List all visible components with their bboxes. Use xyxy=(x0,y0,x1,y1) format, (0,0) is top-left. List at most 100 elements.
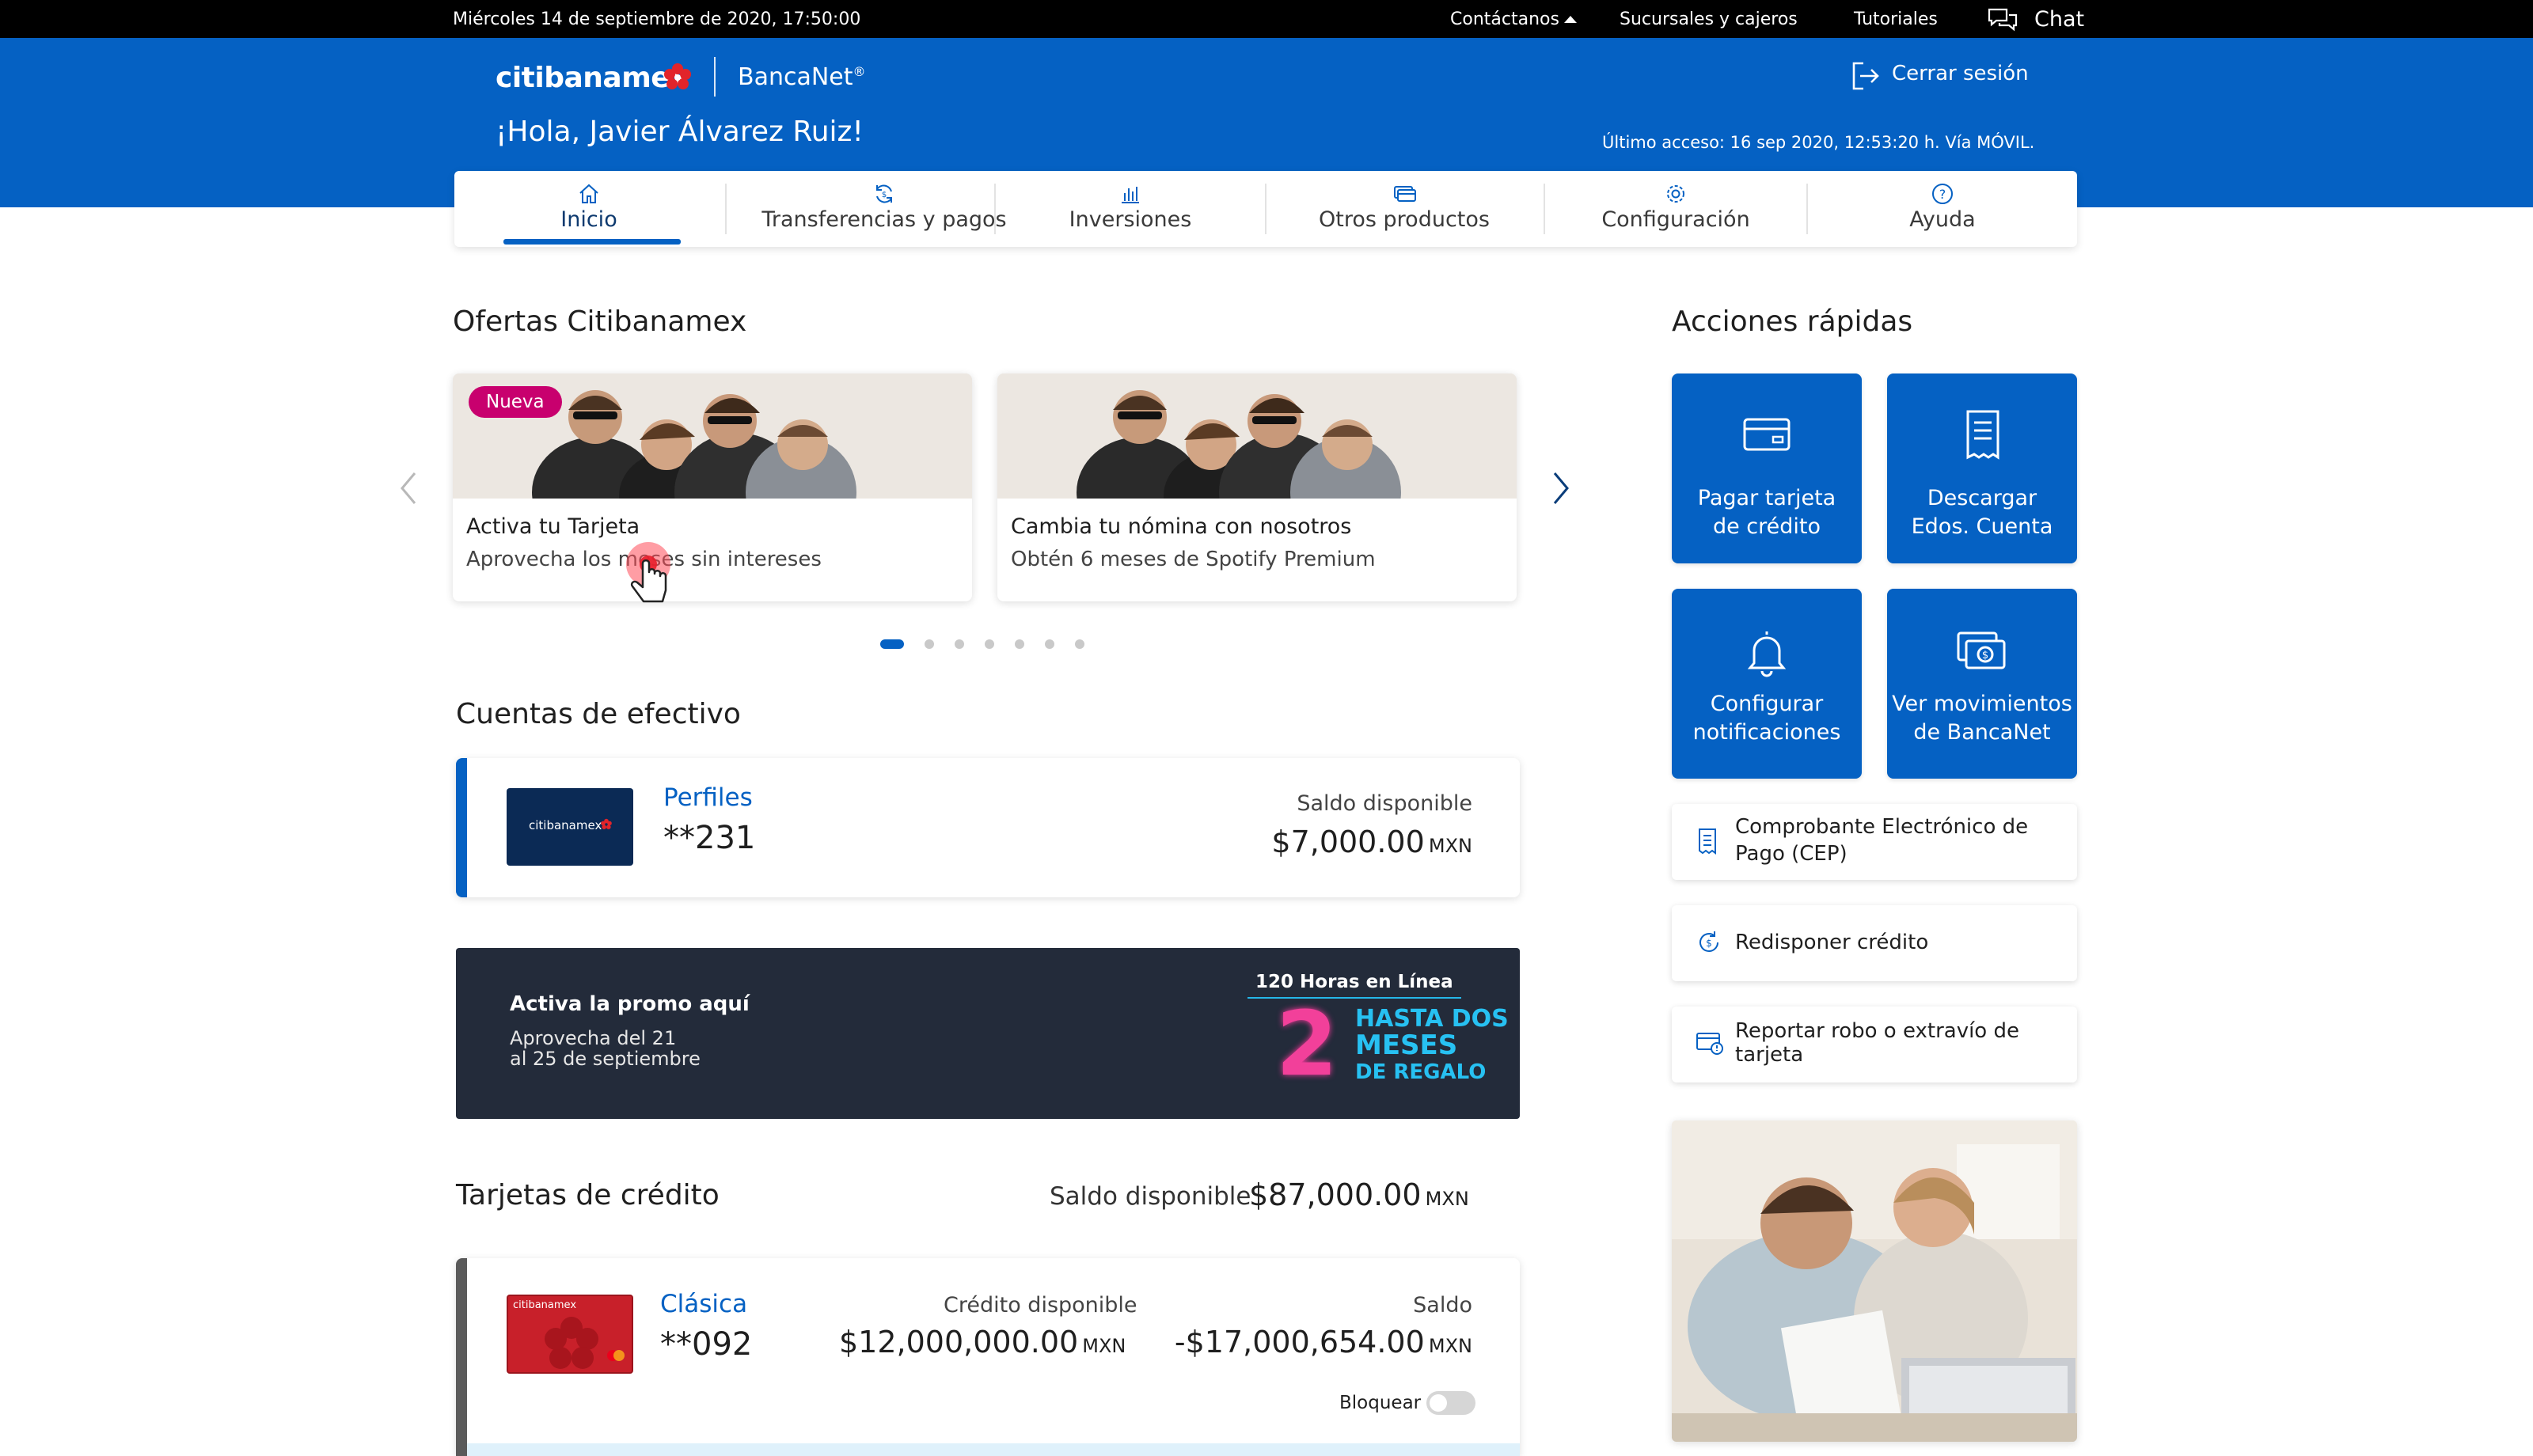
current-datetime: Miércoles 14 de septiembre de 2020, 17:5… xyxy=(453,9,861,29)
tab-inicio[interactable]: Inicio xyxy=(486,171,692,247)
lock-card-toggle[interactable] xyxy=(1426,1391,1475,1415)
quick-link-line-2: tarjeta xyxy=(1735,1043,1804,1067)
tile-label-line-2: notificaciones xyxy=(1692,720,1841,745)
chat-link[interactable]: Chat xyxy=(2034,7,2084,32)
carousel-dot[interactable] xyxy=(1015,639,1024,649)
promo-badge-line-1: HASTA DOS xyxy=(1355,1005,1509,1033)
tile-label-line-1: Descargar xyxy=(1927,486,2037,510)
tab-label: Transferencias y pagos xyxy=(761,207,1007,232)
credit-card-row[interactable]: citibanamex Clásica **092 Crédito dispon… xyxy=(456,1258,1520,1456)
carousel-dot[interactable] xyxy=(955,639,964,649)
quick-link-line-1: Comprobante Electrónico de xyxy=(1735,815,2029,839)
flower-logo-icon xyxy=(662,62,693,97)
promo-line-1: Aprovecha del 21 xyxy=(510,1027,677,1049)
main-nav: Inicio $ Transferencias y pagos Inversio… xyxy=(454,171,2077,247)
carousel-next-icon[interactable] xyxy=(1548,470,1572,510)
offer-card-nomina[interactable]: Cambia tu nómina con nosotros Obtén 6 me… xyxy=(997,373,1517,601)
quick-actions-heading: Acciones rápidas xyxy=(1672,305,1913,338)
account-number: **231 xyxy=(663,820,756,856)
credit-available-value: $87,000.00 MXN xyxy=(1249,1177,1469,1212)
tile-label-line-1: Ver movimientos xyxy=(1892,692,2072,716)
logout-button[interactable]: Cerrar sesión xyxy=(1892,62,2029,85)
quick-link-line-1: Reportar robo o extravío de xyxy=(1735,1019,2019,1043)
logout-icon[interactable] xyxy=(1849,60,1881,95)
mastercard-icon xyxy=(605,1348,627,1366)
bancanet-label: BancaNet® xyxy=(738,63,866,91)
carousel-dot[interactable] xyxy=(1045,639,1054,649)
couple-photo xyxy=(1672,1120,2077,1442)
products-icon xyxy=(1394,186,1416,202)
lock-label: Bloquear xyxy=(1339,1393,1422,1413)
bar-chart-icon xyxy=(1122,187,1139,203)
active-tab-indicator xyxy=(503,239,681,245)
carousel-dot[interactable] xyxy=(925,639,934,649)
carousel-prev-icon[interactable] xyxy=(397,470,421,510)
offer-subtitle: Obtén 6 meses de Spotify Premium xyxy=(1011,548,1376,571)
credit-cards-heading: Tarjetas de crédito xyxy=(456,1179,720,1211)
tab-configuracion[interactable]: Configuración xyxy=(1545,171,1806,247)
home-icon xyxy=(579,184,598,203)
balance-label: Saldo disponible xyxy=(1297,791,1472,816)
tile-label-line-1: Pagar tarjeta xyxy=(1697,486,1836,510)
tab-otros-productos[interactable]: Otros productos xyxy=(1266,171,1542,247)
tab-label: Inicio xyxy=(560,207,617,232)
tile-label-line-2: Edos. Cuenta xyxy=(1911,514,2053,539)
top-utility-bar: Miércoles 14 de septiembre de 2020, 17:5… xyxy=(0,0,2533,38)
tab-label: Otros productos xyxy=(1319,207,1490,232)
credit-card-name[interactable]: Clásica xyxy=(660,1290,747,1318)
branches-link[interactable]: Sucursales y cajeros xyxy=(1620,9,1798,29)
promo-line-2: al 25 de septiembre xyxy=(510,1048,701,1070)
redispose-credit-link[interactable]: $ Redisponer crédito xyxy=(1672,905,2077,981)
cash-account-card[interactable]: citibanamex Perfiles **231 Saldo disponi… xyxy=(456,758,1520,897)
tab-ayuda[interactable]: ? Ayuda xyxy=(1808,171,2077,247)
card-balance-label: Saldo xyxy=(1413,1293,1472,1318)
credit-available-label: Saldo disponible xyxy=(1050,1182,1251,1211)
offers-heading: Ofertas Citibanamex xyxy=(453,305,747,338)
promo-banner[interactable]: Activa la promo aquí Aprovecha del 21 al… xyxy=(456,948,1520,1119)
bell-icon xyxy=(1747,631,1787,677)
download-statements-button[interactable]: Descargar Edos. Cuenta xyxy=(1887,373,2077,563)
account-name[interactable]: Perfiles xyxy=(663,783,753,812)
logo-divider xyxy=(714,57,716,97)
gear-icon xyxy=(1667,185,1684,203)
credit-limit-label: Crédito disponible xyxy=(944,1293,1137,1318)
balance-value: $7,000.00 MXN xyxy=(1271,825,1472,859)
cep-link[interactable]: Comprobante Electrónico de Pago (CEP) xyxy=(1672,804,2077,880)
tile-label-line-1: Configurar xyxy=(1710,692,1824,716)
quick-link-line-2: Pago (CEP) xyxy=(1735,842,1848,866)
pay-credit-card-button[interactable]: Pagar tarjeta de crédito xyxy=(1672,373,1862,563)
caret-up-icon[interactable] xyxy=(1564,16,1577,23)
money-icon: $ xyxy=(1957,631,2006,669)
tab-label: Inversiones xyxy=(1069,207,1192,232)
promo-title: Activa la promo aquí xyxy=(510,992,750,1016)
carousel-dot-active[interactable] xyxy=(880,639,904,649)
refresh-credit-icon: $ xyxy=(1699,931,1718,952)
contact-link[interactable]: Contáctanos xyxy=(1450,9,1559,29)
tab-label: Configuración xyxy=(1601,207,1750,232)
tab-label: Ayuda xyxy=(1909,207,1976,232)
svg-text:$: $ xyxy=(882,191,887,199)
account-card-thumbnail: citibanamex xyxy=(507,788,633,866)
chat-icon[interactable] xyxy=(1987,6,2018,38)
cursor-pointer-icon xyxy=(621,537,676,619)
new-badge: Nueva xyxy=(469,386,562,418)
view-movements-button[interactable]: $ Ver movimientos de BancaNet xyxy=(1887,589,2077,779)
tile-label-line-2: de BancaNet xyxy=(1913,720,2051,745)
svg-text:?: ? xyxy=(1939,187,1946,202)
report-card-link[interactable]: Reportar robo o extravío de tarjeta xyxy=(1672,1007,2077,1083)
offer-photo xyxy=(997,373,1517,499)
svg-text:$: $ xyxy=(1706,938,1712,949)
tab-inversiones[interactable]: Inversiones xyxy=(996,171,1265,247)
carousel-dot[interactable] xyxy=(985,639,994,649)
promo-number: 2 xyxy=(1276,993,1338,1096)
greeting: ¡Hola, Javier Álvarez Ruiz! xyxy=(496,116,864,148)
flower-logo-icon xyxy=(600,818,613,834)
configure-notifications-button[interactable]: Configurar notificaciones xyxy=(1672,589,1862,779)
credit-limit-value: $12,000,000.00 MXN xyxy=(839,1325,1126,1359)
carousel-dot[interactable] xyxy=(1075,639,1084,649)
svg-text:$: $ xyxy=(1982,650,1988,662)
citibanamex-logo[interactable]: citibanamex xyxy=(496,62,688,94)
document-icon xyxy=(1966,410,1999,460)
tutorials-link[interactable]: Tutoriales xyxy=(1854,9,1938,29)
card-expand-strip xyxy=(467,1443,1520,1456)
